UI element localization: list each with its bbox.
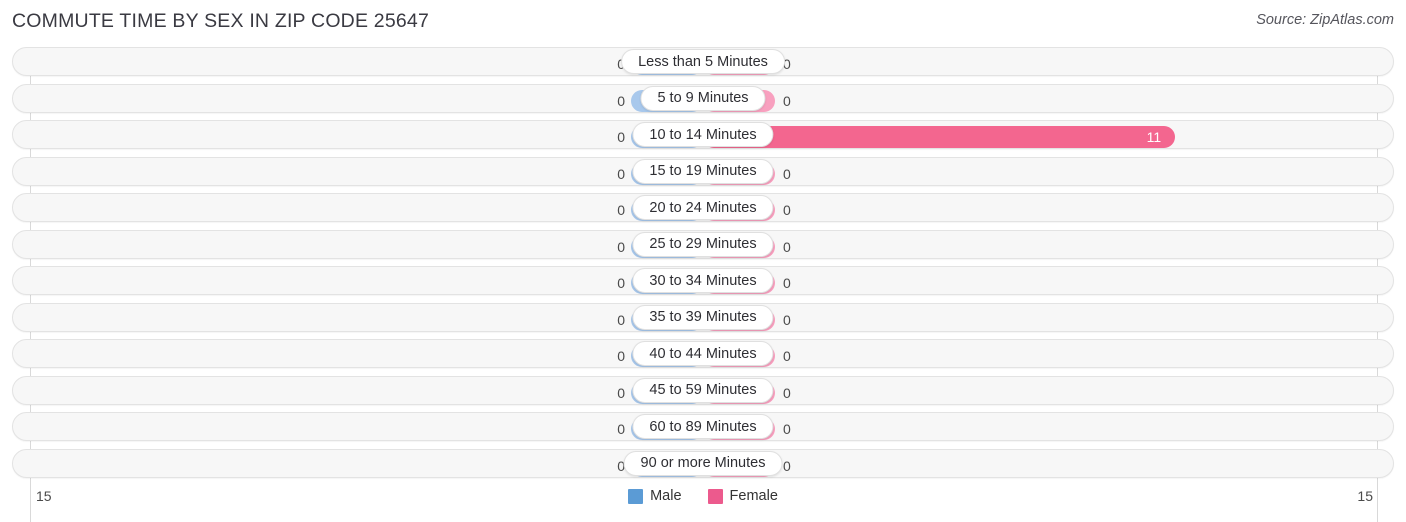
category-label[interactable]: 90 or more Minutes [623,450,783,476]
value-label-female: 11 [1146,129,1162,145]
value-label-male: 0 [617,311,625,328]
table-row: 0 0 15 to 19 Minutes [0,154,1406,191]
chart-page: COMMUTE TIME BY SEX IN ZIP CODE 25647 So… [0,0,1406,522]
legend-label-female: Female [729,488,778,504]
value-label-male: 0 [617,348,625,364]
table-row: 0 0 5 to 9 Minutes [0,81,1406,118]
legend-swatch-female-icon [707,488,723,504]
table-row: 0 0 30 to 34 Minutes [0,263,1406,300]
category-label[interactable]: 15 to 19 Minutes [632,158,774,184]
value-label-female: 0 [783,348,791,364]
category-label[interactable]: 40 to 44 Minutes [632,341,774,366]
legend-item-male[interactable]: Male [628,488,682,504]
category-label[interactable]: 20 to 24 Minutes [632,195,774,220]
value-label-female: 0 [783,92,791,109]
value-label-male: 0 [617,165,625,182]
category-label[interactable]: 35 to 39 Minutes [632,304,774,330]
legend: Male Female [0,488,1406,504]
value-label-female: 0 [783,421,791,437]
category-label[interactable]: 10 to 14 Minutes [632,122,774,147]
category-label[interactable]: 30 to 34 Minutes [632,268,774,293]
category-label[interactable]: 60 to 89 Minutes [632,414,774,439]
legend-swatch-male-icon [628,488,644,504]
bar-rows: 00Less than 5 Minutes005 to 9 Minutes011… [0,44,1406,482]
legend-item-female[interactable]: Female [707,488,778,504]
category-label[interactable]: Less than 5 Minutes [621,49,785,74]
table-row: 0 0 35 to 39 Minutes [0,300,1406,337]
value-label-female: 0 [783,384,791,401]
legend-label-male: Male [650,488,682,504]
table-row: 0 0 45 to 59 Minutes [0,373,1406,410]
value-label-female: 0 [783,165,791,182]
value-label-male: 0 [617,129,625,145]
bar-female[interactable] [703,126,1175,148]
value-label-male: 0 [617,202,625,218]
chart-footer: 15 15 Male Female [0,484,1406,522]
value-label-male: 0 [617,92,625,109]
source-attribution: Source: ZipAtlas.com [1256,12,1394,28]
category-label[interactable]: 5 to 9 Minutes [640,85,766,111]
value-label-female: 0 [783,275,791,291]
value-label-male: 0 [617,384,625,401]
chart-header: COMMUTE TIME BY SEX IN ZIP CODE 25647 So… [0,0,1406,44]
value-label-male: 0 [617,421,625,437]
value-label-male: 0 [617,238,625,255]
category-label[interactable]: 45 to 59 Minutes [632,377,774,403]
value-label-male: 0 [617,275,625,291]
value-label-female: 0 [783,457,791,474]
page-title: COMMUTE TIME BY SEX IN ZIP CODE 25647 [12,10,430,32]
table-row: 0 0 25 to 29 Minutes [0,227,1406,264]
value-label-female: 0 [783,238,791,255]
table-row: 0 0 40 to 44 Minutes [0,336,1406,373]
table-row: 0 11 10 to 14 Minutes [0,117,1406,154]
table-row: 0 0 20 to 24 Minutes [0,190,1406,227]
table-row: 00Less than 5 Minutes [0,44,1406,81]
table-row: 0 0 90 or more Minutes [0,446,1406,483]
table-row: 0 0 60 to 89 Minutes [0,409,1406,446]
value-label-female: 0 [783,202,791,218]
value-label-female: 0 [783,311,791,328]
category-label[interactable]: 25 to 29 Minutes [632,231,774,257]
plot-area: 00Less than 5 Minutes005 to 9 Minutes011… [0,44,1406,522]
